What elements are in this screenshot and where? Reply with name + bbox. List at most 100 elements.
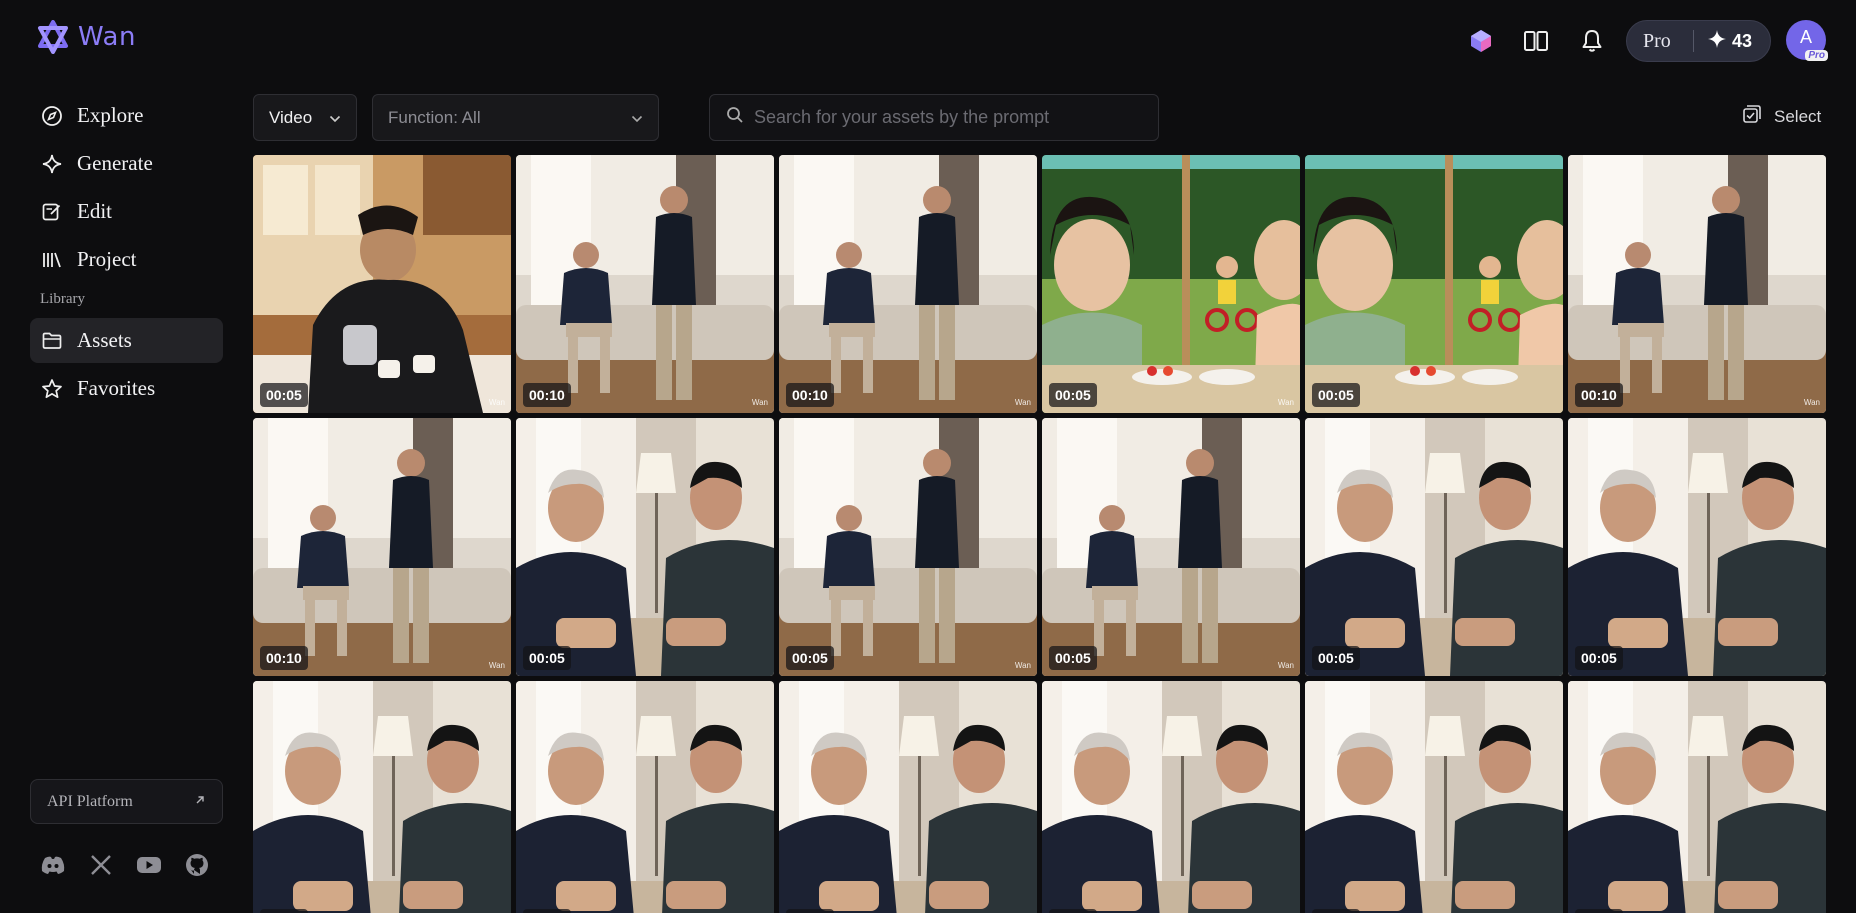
select-label: Select bbox=[1774, 106, 1822, 126]
select-button[interactable]: Select bbox=[1742, 104, 1821, 129]
video-duration-badge: 00:05 bbox=[1049, 646, 1097, 670]
video-duration-badge: 00:05 bbox=[1575, 646, 1623, 670]
wan-logo[interactable]: Wan bbox=[36, 20, 136, 54]
x-icon[interactable] bbox=[88, 852, 114, 878]
type-filter-dropdown[interactable]: Video bbox=[253, 94, 357, 141]
asset-thumbnail bbox=[516, 418, 774, 676]
asset-thumbnail bbox=[1042, 418, 1300, 676]
discord-icon[interactable] bbox=[40, 852, 66, 878]
app-cube-icon[interactable] bbox=[1466, 26, 1496, 56]
sidebar-item-assets[interactable]: Assets bbox=[30, 318, 223, 363]
chevron-down-icon bbox=[631, 108, 643, 128]
sidebar-item-label: Assets bbox=[77, 328, 132, 352]
folder-icon bbox=[40, 329, 64, 353]
watermark: Wan bbox=[488, 661, 505, 670]
video-duration-badge: 00:05 bbox=[1312, 383, 1360, 407]
sparkle-icon bbox=[40, 152, 64, 176]
select-checkbox-icon bbox=[1742, 104, 1762, 129]
asset-thumbnail bbox=[779, 155, 1037, 413]
api-platform-label: API Platform bbox=[47, 792, 133, 810]
asset-card[interactable]: 00:05 Wan bbox=[1042, 418, 1300, 676]
asset-thumbnail bbox=[1042, 155, 1300, 413]
sidebar-nav: Explore Generate Edit Project Library As… bbox=[30, 93, 223, 414]
book-icon[interactable] bbox=[1521, 26, 1551, 56]
asset-thumbnail bbox=[253, 155, 511, 413]
asset-card[interactable]: 00:05 bbox=[1568, 681, 1826, 913]
asset-card[interactable]: 00:05 bbox=[1568, 418, 1826, 676]
watermark: Wan bbox=[1014, 661, 1031, 670]
asset-card[interactable]: 00:05 bbox=[1305, 681, 1563, 913]
edit-icon bbox=[40, 200, 64, 224]
asset-card[interactable]: 00:05 bbox=[516, 418, 774, 676]
sidebar-item-label: Project bbox=[77, 247, 137, 271]
asset-card[interactable]: 00:05 bbox=[779, 681, 1037, 913]
plan-credits-pill[interactable]: Pro 43 bbox=[1626, 20, 1771, 62]
avatar-letter: A bbox=[1799, 26, 1812, 47]
asset-search-box bbox=[709, 94, 1159, 141]
asset-card[interactable]: 00:10 Wan bbox=[779, 155, 1037, 413]
asset-thumbnail bbox=[1568, 155, 1826, 413]
sidebar-item-favorites[interactable]: Favorites bbox=[30, 366, 223, 411]
asset-card[interactable]: 00:05 Wan bbox=[253, 155, 511, 413]
asset-card[interactable]: 00:10 Wan bbox=[253, 418, 511, 676]
asset-card[interactable]: 00:10 bbox=[516, 681, 774, 913]
pill-divider bbox=[1693, 30, 1694, 52]
watermark: Wan bbox=[1277, 398, 1294, 407]
asset-thumbnail bbox=[1305, 418, 1563, 676]
asset-thumbnail bbox=[516, 681, 774, 913]
user-avatar[interactable]: A Pro bbox=[1786, 20, 1828, 61]
watermark: Wan bbox=[751, 398, 768, 407]
asset-card[interactable]: 00:10 bbox=[1042, 681, 1300, 913]
video-duration-badge: 00:10 bbox=[1575, 383, 1623, 407]
asset-card[interactable]: 00:10 Wan bbox=[516, 155, 774, 413]
watermark: Wan bbox=[1277, 661, 1294, 670]
asset-card[interactable]: 00:05 Wan bbox=[779, 418, 1037, 676]
brand-name: Wan bbox=[78, 22, 136, 52]
asset-thumbnail bbox=[253, 681, 511, 913]
sidebar-item-label: Edit bbox=[77, 199, 112, 223]
asset-thumbnail bbox=[516, 155, 774, 413]
sidebar-item-label: Generate bbox=[77, 151, 153, 175]
type-filter-value: Video bbox=[269, 107, 313, 127]
video-duration-badge: 00:10 bbox=[523, 909, 571, 913]
credits-count: 43 bbox=[1732, 30, 1753, 51]
sidebar-item-label: Explore bbox=[77, 103, 144, 127]
sidebar-item-generate[interactable]: Generate bbox=[30, 141, 223, 186]
watermark: Wan bbox=[1014, 398, 1031, 407]
asset-thumbnail bbox=[779, 681, 1037, 913]
asset-thumbnail bbox=[1305, 155, 1563, 413]
video-duration-badge: 00:05 bbox=[1312, 909, 1360, 913]
video-duration-badge: 00:10 bbox=[523, 383, 571, 407]
api-platform-button[interactable]: API Platform bbox=[30, 779, 223, 824]
github-icon[interactable] bbox=[184, 852, 210, 878]
asset-thumbnail bbox=[1568, 418, 1826, 676]
asset-card[interactable]: 00:05 bbox=[1305, 418, 1563, 676]
sidebar-item-edit[interactable]: Edit bbox=[30, 189, 223, 234]
youtube-icon[interactable] bbox=[136, 852, 162, 878]
asset-card[interactable]: 00:05 bbox=[253, 681, 511, 913]
asset-card[interactable]: 00:10 Wan bbox=[1568, 155, 1826, 413]
video-duration-badge: 00:05 bbox=[260, 383, 308, 407]
asset-grid: 00:05 Wan 00:10 Wan 00:10 Wan 00:05 Wan bbox=[253, 155, 1827, 913]
social-links bbox=[40, 852, 210, 878]
sidebar-item-explore[interactable]: Explore bbox=[30, 93, 223, 138]
asset-thumbnail bbox=[253, 418, 511, 676]
wan-logo-icon bbox=[38, 20, 68, 54]
asset-thumbnail bbox=[1042, 681, 1300, 913]
video-duration-badge: 00:05 bbox=[260, 909, 308, 913]
library-label: Library bbox=[40, 291, 85, 307]
search-input[interactable] bbox=[754, 107, 1142, 128]
video-duration-badge: 00:05 bbox=[1312, 646, 1360, 670]
project-icon bbox=[40, 248, 64, 272]
asset-card[interactable]: 00:05 Wan bbox=[1042, 155, 1300, 413]
sidebar-item-project[interactable]: Project bbox=[30, 237, 223, 282]
notification-bell-icon[interactable] bbox=[1577, 26, 1607, 56]
plan-label: Pro bbox=[1643, 29, 1671, 52]
asset-card[interactable]: 00:05 bbox=[1305, 155, 1563, 413]
sidebar-item-label: Favorites bbox=[77, 376, 156, 400]
video-duration-badge: 00:10 bbox=[786, 383, 834, 407]
video-duration-badge: 00:05 bbox=[1049, 383, 1097, 407]
video-duration-badge: 00:10 bbox=[260, 646, 308, 670]
function-filter-dropdown[interactable]: Function: All bbox=[372, 94, 659, 141]
avatar-pro-badge: Pro bbox=[1805, 50, 1828, 61]
